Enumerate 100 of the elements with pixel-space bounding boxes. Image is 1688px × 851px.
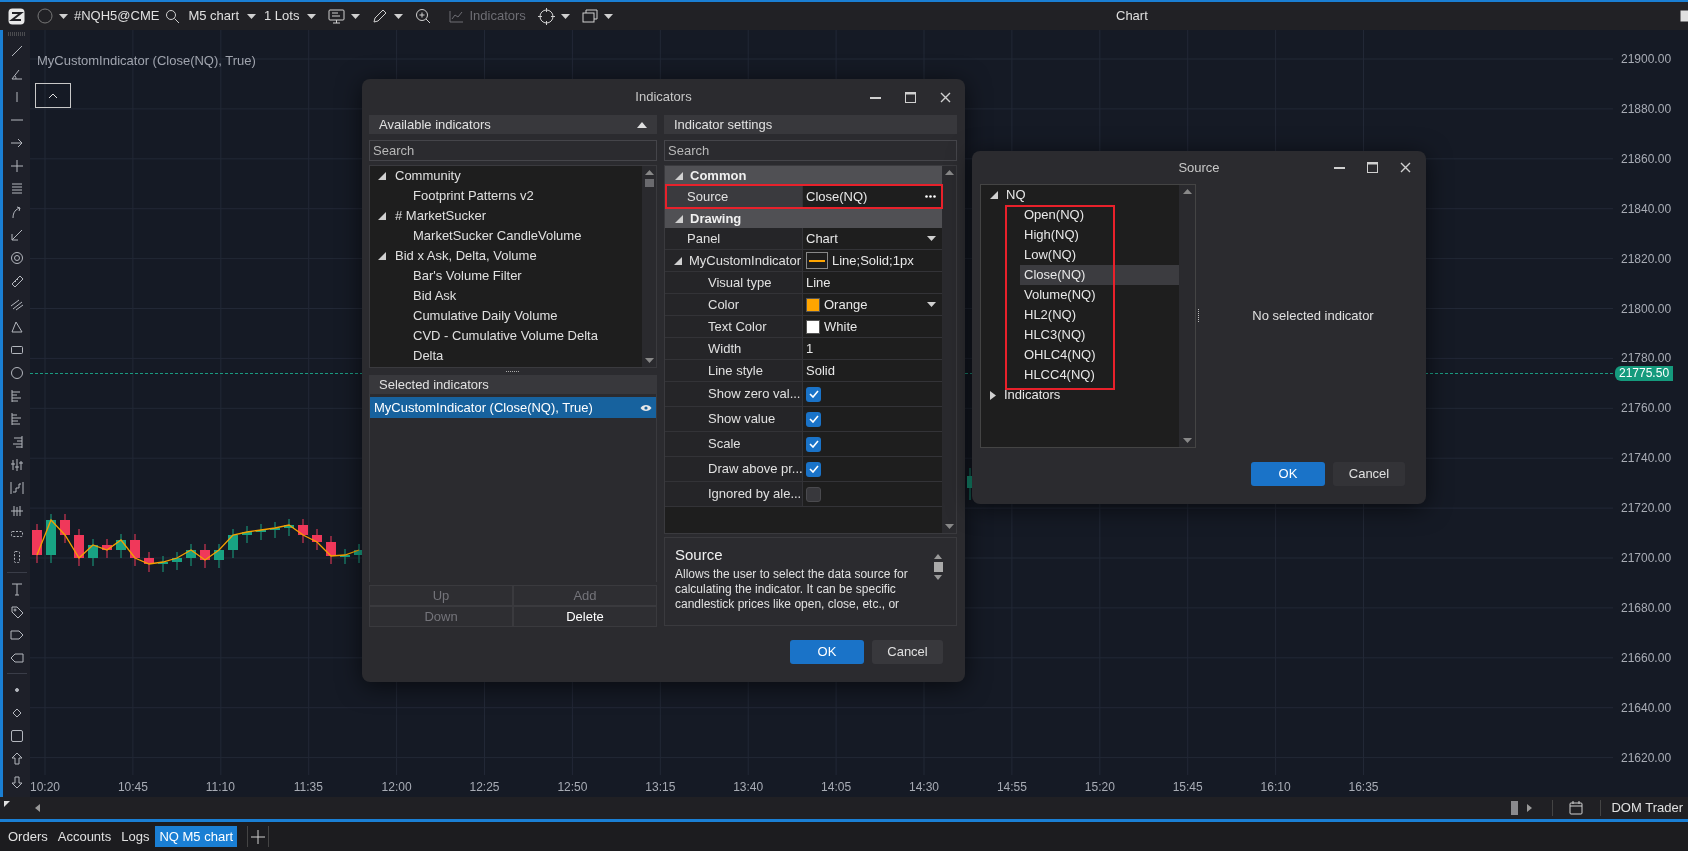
arrow-up-icon[interactable] [9, 751, 24, 766]
lots-dropdown[interactable]: 1 Lots [264, 6, 317, 26]
scroll-up-icon[interactable] [944, 170, 954, 175]
tree-item[interactable]: Low(NQ) [1020, 245, 1179, 265]
panel-icon[interactable] [1680, 10, 1688, 22]
logo-icon[interactable] [8, 7, 25, 25]
expanded-icon[interactable] [675, 214, 683, 223]
bars-icon[interactable] [9, 411, 24, 426]
collapsed-icon[interactable] [990, 390, 996, 400]
property-value[interactable]: Orange [824, 294, 868, 315]
property-value[interactable]: Line;Solid;1px [832, 250, 914, 271]
scroll-down-icon[interactable] [934, 575, 942, 580]
candles-icon[interactable] [9, 457, 24, 472]
tree-item[interactable]: Close(NQ) [1020, 265, 1179, 285]
tree-group[interactable]: # MarketSucker [395, 206, 487, 226]
expanded-icon[interactable] [378, 172, 386, 180]
maximize-icon[interactable] [1367, 162, 1378, 173]
ruler-icon[interactable] [9, 273, 24, 288]
caret-icon[interactable] [59, 13, 68, 19]
monitor-icon[interactable] [328, 8, 346, 24]
caret-icon[interactable] [603, 13, 613, 19]
caret-icon[interactable] [307, 13, 317, 19]
tree-item[interactable]: HLCC4(NQ) [1020, 365, 1179, 385]
windows-icon[interactable] [581, 9, 598, 23]
tab[interactable]: Accounts [53, 826, 116, 847]
list-button[interactable]: Delete [513, 606, 657, 627]
color-swatch[interactable] [806, 319, 820, 334]
search-field[interactable]: Search [664, 140, 957, 161]
pencil-icon[interactable] [372, 8, 389, 24]
tab[interactable]: Orders [4, 826, 52, 847]
property-value[interactable]: White [824, 316, 858, 337]
checkbox[interactable] [806, 436, 821, 452]
zoom-in-icon[interactable] [415, 8, 432, 24]
scroll-right-icon[interactable] [1527, 804, 1533, 812]
scroll-down-icon[interactable] [944, 524, 954, 529]
eye-icon[interactable] [640, 403, 652, 412]
expanded-icon[interactable] [675, 171, 683, 180]
property-value[interactable]: 1 [806, 338, 814, 359]
hash-icon[interactable] [9, 503, 24, 518]
cross-icon[interactable] [9, 158, 24, 173]
color-swatch[interactable] [806, 297, 820, 312]
scroll-left-icon[interactable] [35, 804, 40, 812]
caret-icon[interactable] [560, 13, 570, 19]
tree-item[interactable]: HLC3(NQ) [1020, 325, 1179, 345]
expanded-icon[interactable] [674, 256, 682, 265]
tree-group[interactable]: NQ [1006, 185, 1026, 205]
tree-item[interactable]: CVD - Cumulative Volume Delta [413, 326, 598, 346]
tab[interactable]: NQ M5 chart [155, 826, 238, 847]
collapse-icon[interactable] [637, 121, 647, 128]
property-value[interactable]: Chart [806, 228, 838, 249]
steps-icon[interactable] [9, 480, 24, 495]
bars-icon[interactable] [9, 388, 24, 403]
splitter-grip-icon[interactable] [1197, 308, 1200, 323]
tree-item[interactable]: Delta [413, 346, 444, 366]
tree-item[interactable]: HL2(NQ) [1020, 305, 1179, 325]
symbol-selector[interactable]: #NQH5@CME [74, 6, 160, 26]
expanded-icon[interactable] [378, 252, 386, 260]
scroll-down-icon[interactable] [644, 358, 654, 363]
close-icon[interactable] [940, 91, 951, 103]
collapse-button[interactable] [35, 83, 71, 108]
diagonal-arrow-icon[interactable] [9, 227, 24, 242]
checkbox[interactable] [806, 411, 821, 427]
label-icon[interactable] [9, 627, 24, 642]
caret-icon[interactable] [394, 13, 404, 19]
scrollbar[interactable] [642, 166, 656, 367]
add-tab-button[interactable] [247, 826, 270, 847]
scrollbar[interactable] [1179, 185, 1195, 447]
expanded-icon[interactable] [378, 212, 386, 220]
scrollbar[interactable] [942, 166, 956, 533]
expanded-icon[interactable] [990, 191, 998, 199]
tree-item[interactable]: OHLC4(NQ) [1020, 345, 1179, 365]
scroll-thumb[interactable] [933, 562, 943, 572]
spiral-icon[interactable] [9, 250, 24, 265]
tab[interactable]: Logs [117, 826, 154, 847]
scroll-thumb[interactable] [1511, 801, 1519, 815]
property-value[interactable]: Close(NQ) [806, 186, 868, 207]
line-swatch[interactable] [806, 252, 828, 269]
chart-type-dropdown[interactable]: M5 chart [188, 6, 256, 26]
arrow-down-icon[interactable] [9, 774, 24, 789]
label-icon[interactable] [9, 650, 24, 665]
tree-item[interactable]: Bid Ask [413, 286, 457, 306]
selected-indicator-row[interactable]: MyCustomIndicator (Close(NQ), True) [370, 397, 656, 418]
tree-group[interactable]: Bid x Ask, Delta, Volume [395, 246, 537, 266]
scroll-up-icon[interactable] [1182, 189, 1192, 194]
line-icon[interactable] [9, 43, 24, 58]
tree-item[interactable]: MarketSucker CandleVolume [413, 226, 582, 246]
tree-item[interactable]: Cumulative Daily Volume [413, 306, 558, 326]
splitter-grip-icon[interactable] [506, 370, 520, 373]
tree-item[interactable]: Footprint Patterns v2 [413, 186, 534, 206]
text-icon[interactable] [9, 581, 24, 596]
tree-item[interactable]: Volume(NQ) [1020, 285, 1179, 305]
checkbox[interactable] [806, 386, 821, 402]
caret-icon[interactable] [927, 236, 936, 241]
caret-icon[interactable] [247, 13, 256, 19]
tree-item[interactable]: Bar's Volume Filter [413, 266, 522, 286]
property-value[interactable]: Line [806, 272, 831, 293]
maximize-icon[interactable] [905, 91, 916, 103]
grip-icon[interactable] [7, 32, 26, 36]
ok-button[interactable]: OK [790, 640, 864, 664]
circle-icon[interactable] [9, 365, 24, 380]
